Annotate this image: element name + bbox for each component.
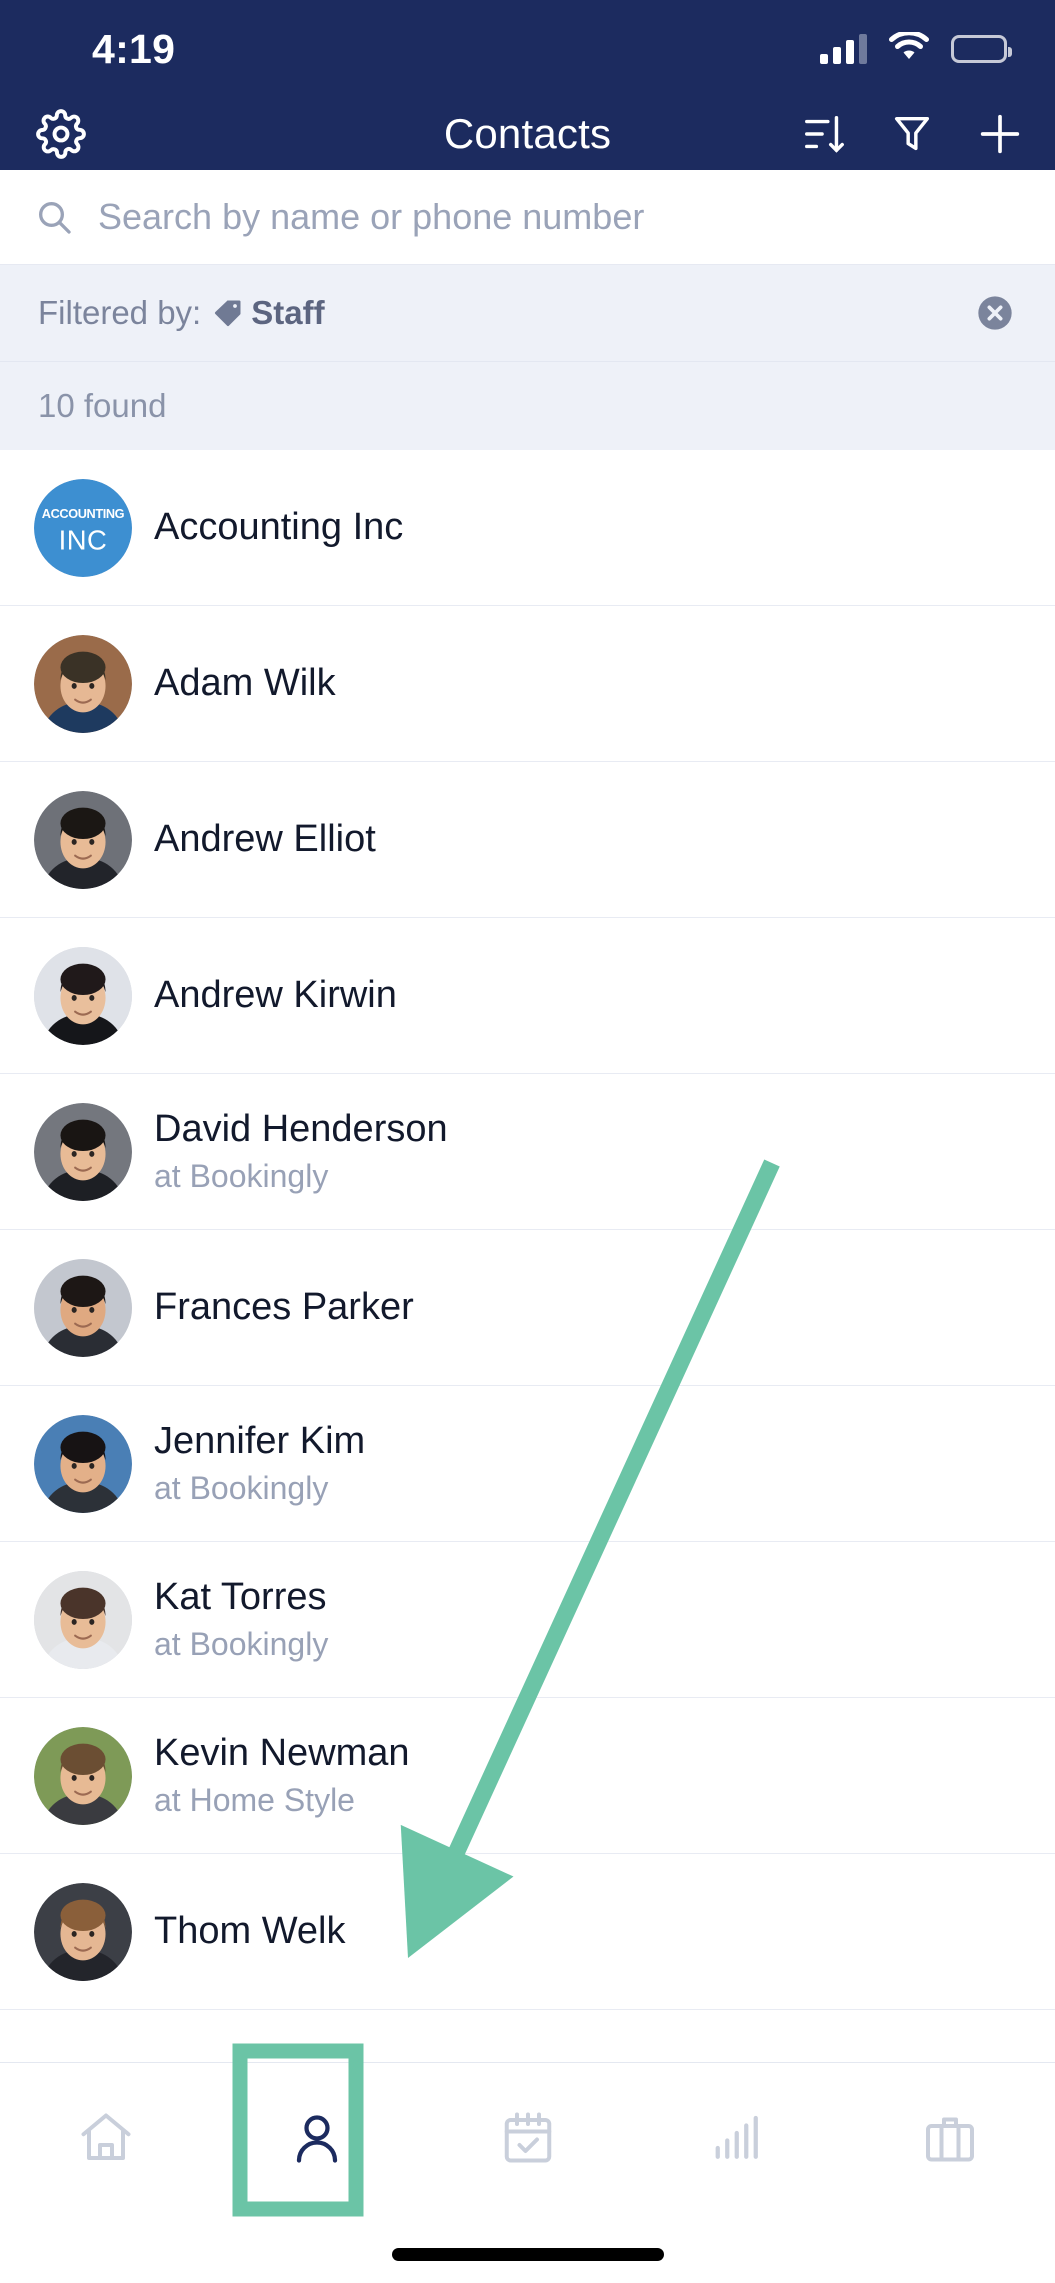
contact-text: Thom Welk [154, 1909, 345, 1954]
contact-text: Adam Wilk [154, 661, 336, 706]
funnel-icon[interactable] [881, 103, 943, 165]
contact-row[interactable]: David Henderson at Bookingly [0, 1074, 1055, 1230]
phone-screen: 4:19 Contacts Search by name or phone nu… [0, 0, 1055, 2283]
contact-name: Thom Welk [154, 1910, 346, 1953]
contact-row[interactable]: Andrew Elliot [0, 762, 1055, 918]
avatar-photo [34, 1414, 132, 1513]
contact-name: Andrew Kirwin [154, 974, 397, 1017]
contact-name: Jennifer Kim [154, 1420, 366, 1463]
filter-label: Filtered by: [38, 294, 202, 331]
contact-row[interactable]: Kat Torres at Bookingly [0, 1542, 1055, 1698]
contact-name: Kevin Newman [154, 1732, 410, 1775]
contact-name: Adam Wilk [154, 662, 336, 705]
contact-text: Kevin Newman at Home Style [154, 1731, 410, 1820]
avatar [34, 1570, 132, 1669]
navigation-bar: Contacts [0, 98, 1055, 170]
contact-row[interactable]: Jennifer Kim at Bookingly [0, 1386, 1055, 1542]
avatar: ACCOUNTING INC [34, 478, 132, 577]
contact-text: Kat Torres at Bookingly [154, 1575, 328, 1664]
contact-subtitle: at Bookingly [154, 1157, 329, 1194]
avatar-photo [34, 790, 132, 889]
avatar [34, 634, 132, 733]
contact-subtitle: at Bookingly [154, 1469, 329, 1506]
tab-contacts[interactable] [211, 2063, 422, 2213]
battery-icon [951, 35, 1012, 63]
avatar-photo [34, 946, 132, 1045]
contact-text: Jennifer Kim at Bookingly [154, 1419, 365, 1508]
avatar [34, 1102, 132, 1201]
nav-actions [793, 103, 1031, 165]
contact-row[interactable]: ACCOUNTING INC Accounting Inc [0, 450, 1055, 606]
contact-text: Frances Parker [154, 1285, 414, 1330]
tab-jobs[interactable] [844, 2063, 1055, 2213]
close-circle-icon[interactable] [973, 291, 1017, 335]
avatar-photo [34, 1258, 132, 1357]
svg-text:INC: INC [59, 524, 108, 555]
search-icon [34, 197, 74, 237]
contact-row[interactable]: Kevin Newman at Home Style [0, 1698, 1055, 1854]
sort-icon[interactable] [793, 103, 855, 165]
tab-home[interactable] [0, 2063, 211, 2213]
contact-name: Frances Parker [154, 1286, 414, 1329]
contact-text: David Henderson at Bookingly [154, 1107, 448, 1196]
avatar [34, 1882, 132, 1981]
contact-list[interactable]: ACCOUNTING INC Accounting Inc Adam Wilk … [0, 450, 1055, 2062]
contact-row[interactable]: Andrew Kirwin [0, 918, 1055, 1074]
contact-text: Andrew Kirwin [154, 973, 397, 1018]
tab-calendar[interactable] [422, 2063, 633, 2213]
tab-reports[interactable] [633, 2063, 844, 2213]
contact-text: Accounting Inc [154, 505, 403, 550]
bottom-tab-bar [0, 2062, 1055, 2212]
avatar [34, 946, 132, 1045]
active-filter-row: Filtered by: Staff [0, 265, 1055, 362]
avatar-photo [34, 634, 132, 733]
search-placeholder: Search by name or phone number [98, 196, 645, 237]
contact-row[interactable]: Adam Wilk [0, 606, 1055, 762]
contact-subtitle: at Bookingly [154, 1625, 329, 1662]
filter-strip: Filtered by: Staff 10 found [0, 265, 1055, 450]
avatar-photo [34, 1726, 132, 1825]
avatar [34, 1726, 132, 1825]
tag-icon [213, 298, 243, 328]
avatar [34, 790, 132, 889]
avatar-photo [34, 1882, 132, 1981]
avatar-logo: ACCOUNTING INC [34, 478, 132, 577]
calendar-check-icon [504, 2111, 551, 2163]
results-count: 10 found [38, 386, 167, 424]
wifi-icon [889, 29, 929, 67]
contact-name: Kat Torres [154, 1576, 327, 1619]
bar-chart-icon [715, 2115, 758, 2159]
contact-row[interactable]: Thom Welk [0, 1854, 1055, 2010]
status-indicators [820, 29, 1012, 67]
results-count-row: 10 found [0, 362, 1055, 449]
search-input[interactable]: Search by name or phone number [0, 170, 1055, 265]
status-bar: 4:19 [0, 0, 1055, 98]
contact-subtitle: at Home Style [154, 1781, 355, 1818]
home-indicator [391, 2248, 664, 2261]
avatar [34, 1414, 132, 1513]
svg-text:ACCOUNTING: ACCOUNTING [42, 506, 125, 521]
contact-name: Accounting Inc [154, 506, 404, 549]
contact-name: David Henderson [154, 1108, 448, 1151]
cellular-signal-icon [820, 34, 867, 64]
contact-text: Andrew Elliot [154, 817, 376, 862]
status-time: 4:19 [92, 25, 176, 72]
avatar [34, 1258, 132, 1357]
home-icon [81, 2113, 130, 2160]
plus-icon[interactable] [969, 103, 1031, 165]
contact-row[interactable]: Frances Parker [0, 1230, 1055, 1386]
avatar-photo [34, 1102, 132, 1201]
filter-tag-name: Staff [251, 294, 325, 331]
briefcase-icon [925, 2117, 974, 2162]
avatar-photo [34, 1570, 132, 1669]
contact-name: Andrew Elliot [154, 818, 376, 861]
person-icon [296, 2114, 337, 2163]
